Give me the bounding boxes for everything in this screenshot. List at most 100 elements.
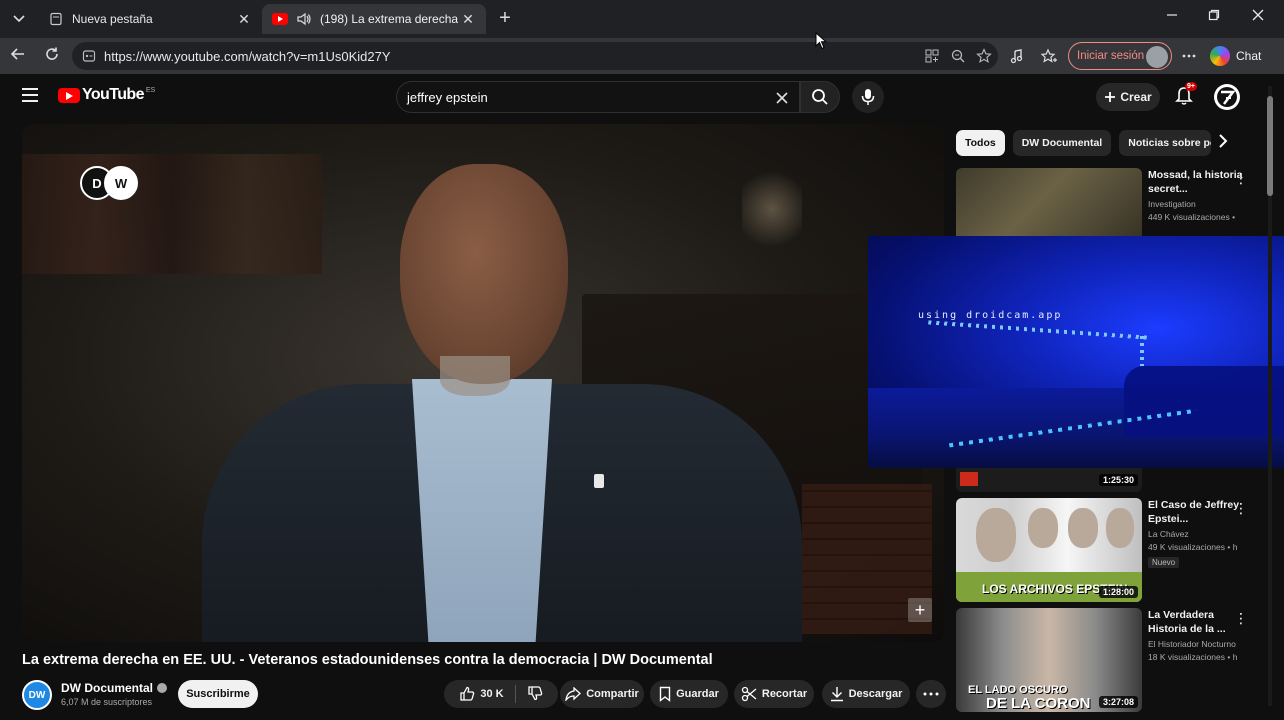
reload-button[interactable] bbox=[42, 46, 62, 66]
more-actions-button[interactable] bbox=[916, 680, 946, 708]
favorites-icon[interactable] bbox=[1040, 48, 1058, 66]
recommendation-channel[interactable]: El Historiador Nocturno bbox=[1148, 639, 1246, 649]
guide-menu-icon[interactable] bbox=[22, 88, 38, 102]
account-avatar[interactable] bbox=[1214, 84, 1240, 110]
microphone-icon bbox=[861, 89, 875, 105]
favorite-star-icon[interactable] bbox=[976, 48, 992, 67]
create-button[interactable]: Crear bbox=[1096, 83, 1160, 111]
tab-close-icon[interactable]: ✕ bbox=[460, 11, 476, 28]
thumbs-down-icon bbox=[527, 685, 542, 700]
tab-new-tab[interactable]: Nueva pestaña ✕ bbox=[38, 4, 262, 34]
clear-search-icon[interactable] bbox=[775, 87, 789, 110]
add-to-playlist-icon[interactable]: + bbox=[908, 598, 932, 622]
close-window-button[interactable] bbox=[1243, 8, 1273, 24]
address-bar[interactable]: https://www.youtube.com/watch?v=m1Us0Kid… bbox=[72, 42, 998, 70]
zoom-icon[interactable] bbox=[950, 48, 966, 67]
video-thumbnail[interactable]: EL LADO OSCURO DE LA CORON 3:27:08 bbox=[956, 608, 1142, 712]
recommendation-meta: 49 K visualizaciones • h bbox=[1148, 542, 1238, 552]
recommendation-title[interactable]: El Caso de Jeffrey Epstei... bbox=[1148, 498, 1246, 526]
save-button[interactable]: Guardar bbox=[650, 680, 728, 708]
share-label: Compartir bbox=[586, 688, 639, 700]
share-icon bbox=[565, 687, 582, 701]
tab-label: (198) La extrema derecha en EE bbox=[320, 12, 460, 26]
save-label: Guardar bbox=[676, 688, 719, 700]
search-input[interactable]: jeffrey epstein bbox=[396, 81, 800, 113]
notification-count-badge: 9+ bbox=[1185, 82, 1197, 91]
verified-icon bbox=[157, 683, 168, 693]
recommendation-meta: 18 K visualizaciones • h bbox=[1148, 652, 1238, 662]
video-thumbnail[interactable]: 1:25:30 bbox=[956, 468, 1142, 492]
region-code: ES bbox=[145, 86, 156, 94]
dw-watermark-logo: D W bbox=[80, 166, 138, 200]
like-divider bbox=[514, 685, 516, 703]
overlay-watermark-text: using droidcam.app bbox=[918, 310, 1063, 321]
recommendation-title[interactable]: Mossad, la historia secret... bbox=[1148, 168, 1246, 196]
chip-news[interactable]: Noticias sobre po bbox=[1119, 130, 1212, 156]
tab-search-menu-button[interactable] bbox=[6, 6, 32, 32]
filter-chip-bar: Todos DW Documental Noticias sobre po bbox=[956, 130, 1212, 156]
video-thumbnail[interactable]: LOS ARCHIVOS EPSTEIN 1:28:00 bbox=[956, 498, 1142, 602]
dislike-button[interactable] bbox=[527, 685, 543, 704]
page-icon bbox=[48, 11, 64, 27]
browser-toolbar: https://www.youtube.com/watch?v=m1Us0Kid… bbox=[0, 38, 1284, 74]
chip-dw-documental[interactable]: DW Documental bbox=[1012, 130, 1112, 156]
recommendation-channel[interactable]: La Chávez bbox=[1148, 529, 1246, 539]
video-frame-speaker-shirt bbox=[412, 379, 552, 642]
overlay-couch bbox=[1124, 366, 1284, 436]
download-button[interactable]: Descargar bbox=[822, 680, 910, 708]
more-vertical-icon[interactable]: ⋮ bbox=[1234, 610, 1248, 627]
browser-tab-strip: Nueva pestaña ✕ (198) La extrema derecha… bbox=[0, 0, 1284, 38]
video-player[interactable]: D W + bbox=[22, 124, 944, 642]
tab-close-icon[interactable]: ✕ bbox=[236, 11, 252, 28]
webcam-overlay-window[interactable]: using droidcam.app bbox=[868, 236, 1284, 468]
chevron-down-icon bbox=[13, 15, 25, 23]
thumbnail-face bbox=[1028, 508, 1058, 548]
media-control-icon[interactable] bbox=[1008, 48, 1026, 66]
profile-avatar bbox=[1146, 46, 1168, 68]
like-dislike-group: 30 K bbox=[444, 680, 558, 708]
like-button[interactable]: 30 K bbox=[459, 686, 504, 702]
tab-label: Nueva pestaña bbox=[72, 12, 153, 26]
more-vertical-icon[interactable]: ⋮ bbox=[1234, 170, 1248, 187]
close-icon bbox=[1252, 9, 1264, 21]
voice-search-button[interactable] bbox=[852, 81, 884, 113]
more-vertical-icon[interactable]: ⋮ bbox=[1234, 500, 1248, 517]
share-button[interactable]: Compartir bbox=[560, 680, 644, 708]
video-frame-lapel-pin bbox=[594, 474, 604, 488]
chip-all[interactable]: Todos bbox=[956, 130, 1005, 156]
tab-youtube-video[interactable]: (198) La extrema derecha en EE ✕ bbox=[262, 4, 486, 34]
recommendation-channel[interactable]: Investigation bbox=[1148, 199, 1246, 209]
minimize-button[interactable] bbox=[1157, 8, 1187, 24]
recommendation-info: La Verdadera Historia de la ... El Histo… bbox=[1148, 608, 1246, 662]
copilot-chat-button[interactable]: Chat bbox=[1210, 46, 1261, 66]
channel-avatar[interactable]: DW bbox=[22, 680, 52, 710]
recommendation-item[interactable]: EL LADO OSCURO DE LA CORON 3:27:08 La Ve… bbox=[956, 608, 1256, 712]
app-available-icon[interactable] bbox=[924, 48, 940, 67]
page-scrollbar[interactable] bbox=[1266, 86, 1274, 706]
clip-button[interactable]: Recortar bbox=[734, 680, 814, 708]
minimize-icon bbox=[1167, 14, 1177, 16]
notifications-button[interactable]: 9+ bbox=[1174, 82, 1197, 108]
search-button[interactable] bbox=[800, 81, 840, 113]
chevron-right-icon[interactable] bbox=[1214, 134, 1232, 152]
speaker-icon[interactable] bbox=[296, 11, 312, 27]
video-frame-lamp bbox=[742, 164, 802, 254]
video-frame-speaker-head bbox=[400, 164, 568, 384]
subscribe-button[interactable]: Suscribirme bbox=[178, 680, 258, 708]
settings-more-button[interactable] bbox=[1180, 48, 1198, 66]
recommendation-title[interactable]: La Verdadera Historia de la ... bbox=[1148, 608, 1246, 636]
sign-in-button[interactable]: Iniciar sesión bbox=[1068, 42, 1172, 70]
youtube-icon bbox=[272, 11, 288, 27]
scroll-thumb[interactable] bbox=[1267, 96, 1273, 196]
youtube-logo[interactable]: YouTube ES bbox=[58, 86, 155, 104]
channel-name[interactable]: DW Documental bbox=[61, 681, 168, 695]
thumbnail-fragment bbox=[960, 472, 978, 486]
recommendation-item[interactable]: LOS ARCHIVOS EPSTEIN 1:28:00 El Caso de … bbox=[956, 498, 1256, 602]
recommendation-info: Mossad, la historia secret... Investigat… bbox=[1148, 168, 1246, 222]
restore-button[interactable] bbox=[1199, 8, 1229, 24]
back-button[interactable] bbox=[8, 46, 28, 66]
site-info-icon[interactable] bbox=[82, 49, 96, 63]
thumbnail-face bbox=[1068, 508, 1098, 548]
chat-label: Chat bbox=[1236, 49, 1262, 63]
new-tab-button[interactable]: + bbox=[494, 8, 516, 30]
